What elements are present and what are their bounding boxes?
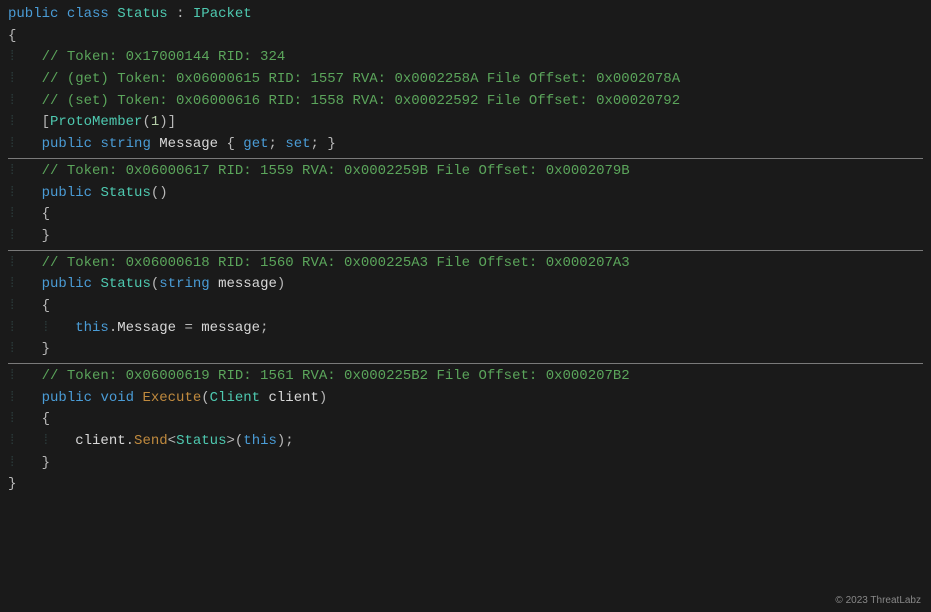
code-editor: public class Status : IPacket { ⁞ // Tok… xyxy=(0,0,931,612)
section-separator xyxy=(8,363,923,364)
code-line: ⁞ { xyxy=(8,204,923,226)
copyright-footer: © 2023 ThreatLabz xyxy=(835,593,921,609)
comment: // (set) Token: 0x06000616 RID: 1558 RVA… xyxy=(42,93,681,109)
code-line: } xyxy=(8,474,923,496)
comment: // Token: 0x17000144 RID: 324 xyxy=(42,49,286,65)
interface-name: IPacket xyxy=(193,6,252,22)
class-name: Status xyxy=(117,6,167,22)
keyword-public: public xyxy=(8,6,58,22)
code-line: { xyxy=(8,26,923,48)
code-line: ⁞ public Status(string message) xyxy=(8,274,923,296)
param-name: message xyxy=(218,276,277,292)
code-line: ⁞ } xyxy=(8,226,923,248)
code-line: ⁞ // (get) Token: 0x06000615 RID: 1557 R… xyxy=(8,69,923,91)
code-line: public class Status : IPacket xyxy=(8,4,923,26)
code-line: ⁞ // Token: 0x06000619 RID: 1561 RVA: 0x… xyxy=(8,366,923,388)
code-line: ⁞ public void Execute(Client client) xyxy=(8,388,923,410)
section-separator xyxy=(8,158,923,159)
code-line: ⁞ // Token: 0x06000618 RID: 1560 RVA: 0x… xyxy=(8,253,923,275)
code-line: ⁞ ⁞ this.Message = message; xyxy=(8,318,923,340)
keyword-class: class xyxy=(67,6,109,22)
code-line: ⁞ } xyxy=(8,339,923,361)
attribute-name: ProtoMember xyxy=(50,114,142,130)
code-line: ⁞ { xyxy=(8,409,923,431)
comment: // Token: 0x06000618 RID: 1560 RVA: 0x00… xyxy=(42,255,630,271)
code-line: ⁞ public Status() xyxy=(8,183,923,205)
section-separator xyxy=(8,250,923,251)
comment: // Token: 0x06000617 RID: 1559 RVA: 0x00… xyxy=(42,163,630,179)
constructor-name: Status xyxy=(100,185,150,201)
comment: // Token: 0x06000619 RID: 1561 RVA: 0x00… xyxy=(42,368,630,384)
code-line: ⁞ [ProtoMember(1)] xyxy=(8,112,923,134)
constructor-name: Status xyxy=(100,276,150,292)
code-line: ⁞ } xyxy=(8,453,923,475)
method-name: Execute xyxy=(142,390,201,406)
code-line: ⁞ ⁞ client.Send<Status>(this); xyxy=(8,431,923,453)
property-name: Message xyxy=(159,136,218,152)
code-line: ⁞ // (set) Token: 0x06000616 RID: 1558 R… xyxy=(8,91,923,113)
code-line: ⁞ public string Message { get; set; } xyxy=(8,134,923,156)
code-line: ⁞ { xyxy=(8,296,923,318)
code-line: ⁞ // Token: 0x06000617 RID: 1559 RVA: 0x… xyxy=(8,161,923,183)
comment: // (get) Token: 0x06000615 RID: 1557 RVA… xyxy=(42,71,681,87)
code-line: ⁞ // Token: 0x17000144 RID: 324 xyxy=(8,47,923,69)
param-name: client xyxy=(269,390,319,406)
